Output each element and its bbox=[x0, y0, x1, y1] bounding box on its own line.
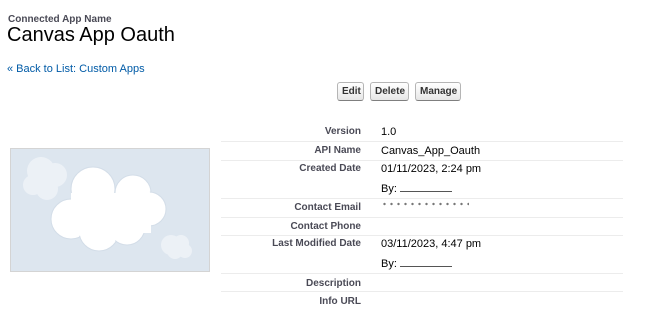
back-to-list-link[interactable]: « Back to List: Custom Apps bbox=[7, 63, 145, 75]
created-by-user-link[interactable] bbox=[399, 183, 452, 192]
contact-email-value bbox=[381, 202, 469, 214]
redacted-email bbox=[381, 202, 469, 206]
app-logo-placeholder bbox=[10, 148, 210, 272]
modified-by-prefix: By: bbox=[381, 258, 397, 270]
version-value: 1.0 bbox=[381, 126, 397, 138]
last-modified-row: Last Modified Date 03/11/2023, 4:47 pm B… bbox=[221, 236, 623, 274]
description-label: Description bbox=[305, 278, 361, 289]
contact-email-row: Contact Email bbox=[221, 199, 623, 218]
modified-by-user-link[interactable] bbox=[399, 258, 452, 267]
api-name-label: API Name bbox=[314, 145, 361, 156]
created-by: By: bbox=[381, 183, 452, 195]
version-label: Version bbox=[324, 126, 361, 137]
api-name-row: API Name Canvas_App_Oauth bbox=[221, 142, 623, 161]
last-modified-label: Last Modified Date bbox=[272, 238, 361, 249]
delete-button[interactable]: Delete bbox=[370, 82, 409, 101]
created-date-row: Created Date 01/11/2023, 2:24 pm By: bbox=[221, 161, 623, 199]
contact-email-label: Contact Email bbox=[294, 202, 361, 213]
info-url-label: Info URL bbox=[319, 296, 361, 307]
last-modified-value: 03/11/2023, 4:47 pm bbox=[381, 238, 482, 250]
page-title: Canvas App Oauth bbox=[7, 24, 175, 46]
contact-phone-label: Contact Phone bbox=[290, 221, 361, 232]
created-date-value: 01/11/2023, 2:24 pm bbox=[381, 163, 482, 175]
modified-by: By: bbox=[381, 258, 452, 270]
cloud-icon bbox=[23, 157, 192, 259]
api-name-value: Canvas_App_Oauth bbox=[381, 145, 481, 157]
manage-button[interactable]: Manage bbox=[415, 82, 461, 101]
version-row: Version 1.0 bbox=[221, 122, 623, 142]
contact-phone-row: Contact Phone bbox=[221, 218, 623, 236]
connected-app-detail-page: Connected App Name Canvas App Oauth « Ba… bbox=[0, 0, 645, 332]
created-date-label: Created Date bbox=[299, 163, 361, 174]
info-url-row: Info URL bbox=[221, 292, 623, 310]
edit-button[interactable]: Edit bbox=[337, 82, 364, 101]
created-by-prefix: By: bbox=[381, 183, 397, 195]
description-row: Description bbox=[221, 274, 623, 292]
detail-section: Version 1.0 API Name Canvas_App_Oauth Cr… bbox=[221, 122, 623, 310]
